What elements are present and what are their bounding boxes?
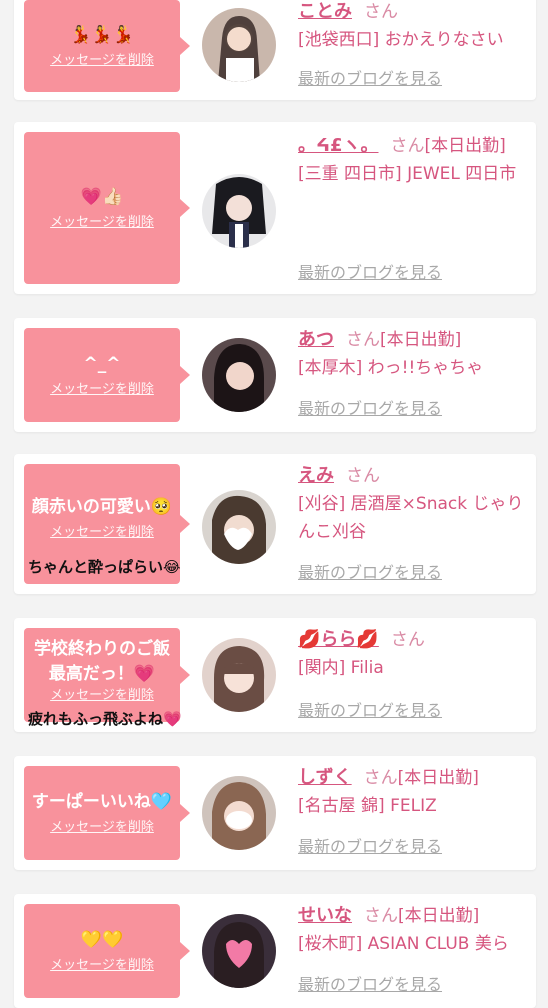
delete-message-link[interactable]: メッセージを削除 [50, 381, 154, 399]
message-text: 顔赤いの可愛い🥺 [31, 496, 173, 517]
message-bubble: 💃💃💃 メッセージを削除 [24, 0, 190, 92]
avatar[interactable] [202, 776, 276, 850]
message-bubble: すーぱーいいね🩵 メッセージを削除 [24, 766, 190, 860]
latest-blog-link[interactable]: 最新のブログを見る [298, 836, 442, 858]
status-badge: [本日出勤] [380, 330, 462, 350]
shop-name: [関内] Filia [298, 658, 384, 678]
avatar[interactable] [202, 174, 276, 248]
honorific: さん [363, 768, 398, 788]
girl-info: しずく さん[本日出勤] [名古屋 錦] FELIZ [298, 764, 528, 820]
message-card: 顔赤いの可愛い🥺 メッセージを削除 ちゃんと酔っぱらい😂 えみ さん [刈谷] 居… [14, 454, 536, 594]
girl-info: 。ᔦ£ヽ。 さん[本日出勤] [三重 四日市] JEWEL 四日市 [298, 132, 528, 188]
honorific: さん [346, 330, 380, 350]
avatar[interactable] [202, 490, 276, 564]
girl-name-link[interactable]: ことみ [298, 1, 352, 22]
girl-info: えみ さん [刈谷] 居酒屋×Snack じゃりんこ刈谷 [298, 462, 528, 546]
latest-blog-link[interactable]: 最新のブログを見る [298, 974, 442, 996]
avatar[interactable] [202, 914, 276, 988]
honorific: さん [364, 2, 398, 22]
shop-name: [刈谷] 居酒屋×Snack じゃりんこ刈谷 [298, 494, 524, 542]
status-badge: [本日出勤] [398, 906, 480, 926]
message-text: ^_^ [83, 353, 121, 374]
message-bubble: 学校終わりのご飯最高だっ！💗 メッセージを削除 [24, 628, 190, 722]
latest-blog-link[interactable]: 最新のブログを見る [298, 398, 442, 420]
honorific: さん [364, 906, 398, 926]
avatar[interactable] [202, 338, 276, 412]
message-card: 💛💛 メッセージを削除 せいな さん[本日出勤] [桜木町] ASIAN CLUB… [14, 894, 536, 1008]
delete-message-link[interactable]: メッセージを削除 [50, 819, 154, 837]
shop-name: [名古屋 錦] FELIZ [298, 796, 437, 816]
girl-name-link[interactable]: 💋らら💋 [298, 629, 379, 650]
message-text: 💛💛 [80, 929, 124, 950]
girl-info: 💋らら💋 さん [関内] Filia [298, 626, 528, 682]
message-bubble: ^_^ メッセージを削除 [24, 328, 190, 422]
latest-blog-link[interactable]: 最新のブログを見る [298, 262, 442, 284]
delete-message-link[interactable]: メッセージを削除 [50, 957, 154, 975]
honorific: さん [346, 466, 380, 486]
avatar[interactable] [202, 638, 276, 712]
girl-info: あつ さん[本日出勤] [本厚木] わっ!!ちゃちゃ [298, 326, 528, 382]
message-overflow-text: ちゃんと酔っぱらい😂 [28, 558, 181, 576]
latest-blog-link[interactable]: 最新のブログを見る [298, 68, 442, 90]
latest-blog-link[interactable]: 最新のブログを見る [298, 562, 442, 584]
message-card: すーぱーいいね🩵 メッセージを削除 しずく さん[本日出勤] [名古屋 錦] FE… [14, 756, 536, 870]
message-text: すーぱーいいね🩵 [31, 791, 173, 812]
shop-name: [本厚木] わっ!!ちゃちゃ [298, 358, 484, 378]
shop-name: [三重 四日市] JEWEL 四日市 [298, 164, 517, 184]
message-bubble: 💗👍🏻 メッセージを削除 [24, 132, 190, 284]
message-card: 💃💃💃 メッセージを削除 ことみ さん [池袋西口] おかえりなさい 最新のブログ… [14, 0, 536, 100]
latest-blog-link[interactable]: 最新のブログを見る [298, 700, 442, 722]
girl-info: せいな さん[本日出勤] [桜木町] ASIAN CLUB 美ら [298, 902, 528, 958]
delete-message-link[interactable]: メッセージを削除 [50, 52, 154, 70]
status-badge: [本日出勤] [424, 136, 506, 156]
message-bubble: 💛💛 メッセージを削除 [24, 904, 190, 998]
girl-name-link[interactable]: あつ [298, 329, 334, 350]
delete-message-link[interactable]: メッセージを削除 [50, 687, 154, 705]
message-text: 学校終わりのご飯最高だっ！💗 [34, 639, 170, 684]
honorific: さん [390, 136, 425, 156]
girl-name-link[interactable]: しずく [298, 767, 352, 788]
message-overflow-text: 疲れもふっ飛ぶよね💗 [28, 710, 182, 728]
girl-info: ことみ さん [池袋西口] おかえりなさい [298, 0, 528, 54]
delete-message-link[interactable]: メッセージを削除 [50, 214, 154, 232]
girl-name-link[interactable]: せいな [298, 905, 352, 926]
message-text: 💃💃💃 [70, 24, 134, 45]
message-card: 学校終わりのご飯最高だっ！💗 メッセージを削除 疲れもふっ飛ぶよね💗 💋らら💋 さ… [14, 618, 536, 732]
girl-name-link[interactable]: 。ᔦ£ヽ。 [298, 135, 379, 156]
message-card: 💗👍🏻 メッセージを削除 。ᔦ£ヽ。 さん[本日出勤] [三重 四日市] JEWE… [14, 122, 536, 294]
avatar[interactable] [202, 8, 276, 82]
girl-name-link[interactable]: えみ [298, 465, 334, 486]
shop-name: [桜木町] ASIAN CLUB 美ら [298, 934, 509, 954]
status-badge: [本日出勤] [397, 768, 479, 788]
honorific: さん [390, 630, 425, 650]
message-text: 💗👍🏻 [80, 186, 124, 207]
shop-name: [池袋西口] おかえりなさい [298, 30, 504, 50]
message-card: ^_^ メッセージを削除 あつ さん[本日出勤] [本厚木] わっ!!ちゃちゃ 最… [14, 318, 536, 432]
delete-message-link[interactable]: メッセージを削除 [50, 524, 154, 542]
